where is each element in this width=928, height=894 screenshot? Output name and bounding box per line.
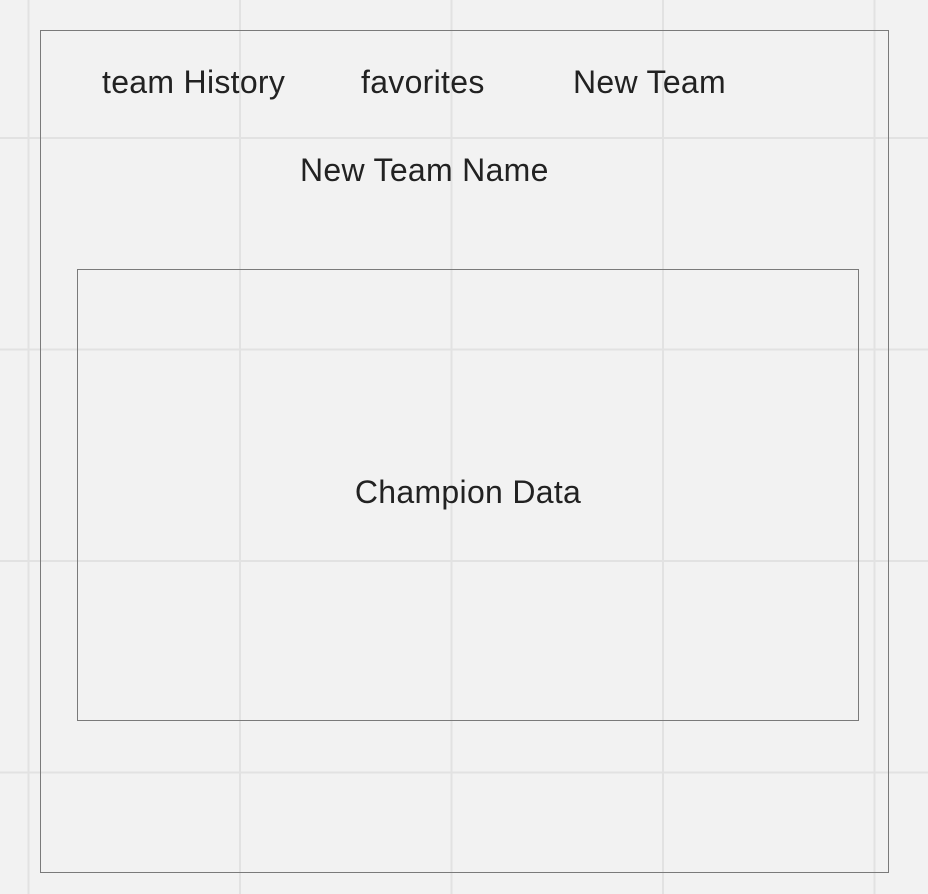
new-team-name-field[interactable]: New Team Name bbox=[300, 150, 549, 190]
champion-data-label: Champion Data bbox=[354, 474, 582, 510]
nav-team-history-link[interactable]: team History bbox=[102, 62, 285, 102]
nav-favorites-link[interactable]: favorites bbox=[361, 62, 485, 102]
champion-data-panel: Champion Data bbox=[77, 269, 859, 721]
nav-new-team-link[interactable]: New Team bbox=[573, 62, 726, 102]
